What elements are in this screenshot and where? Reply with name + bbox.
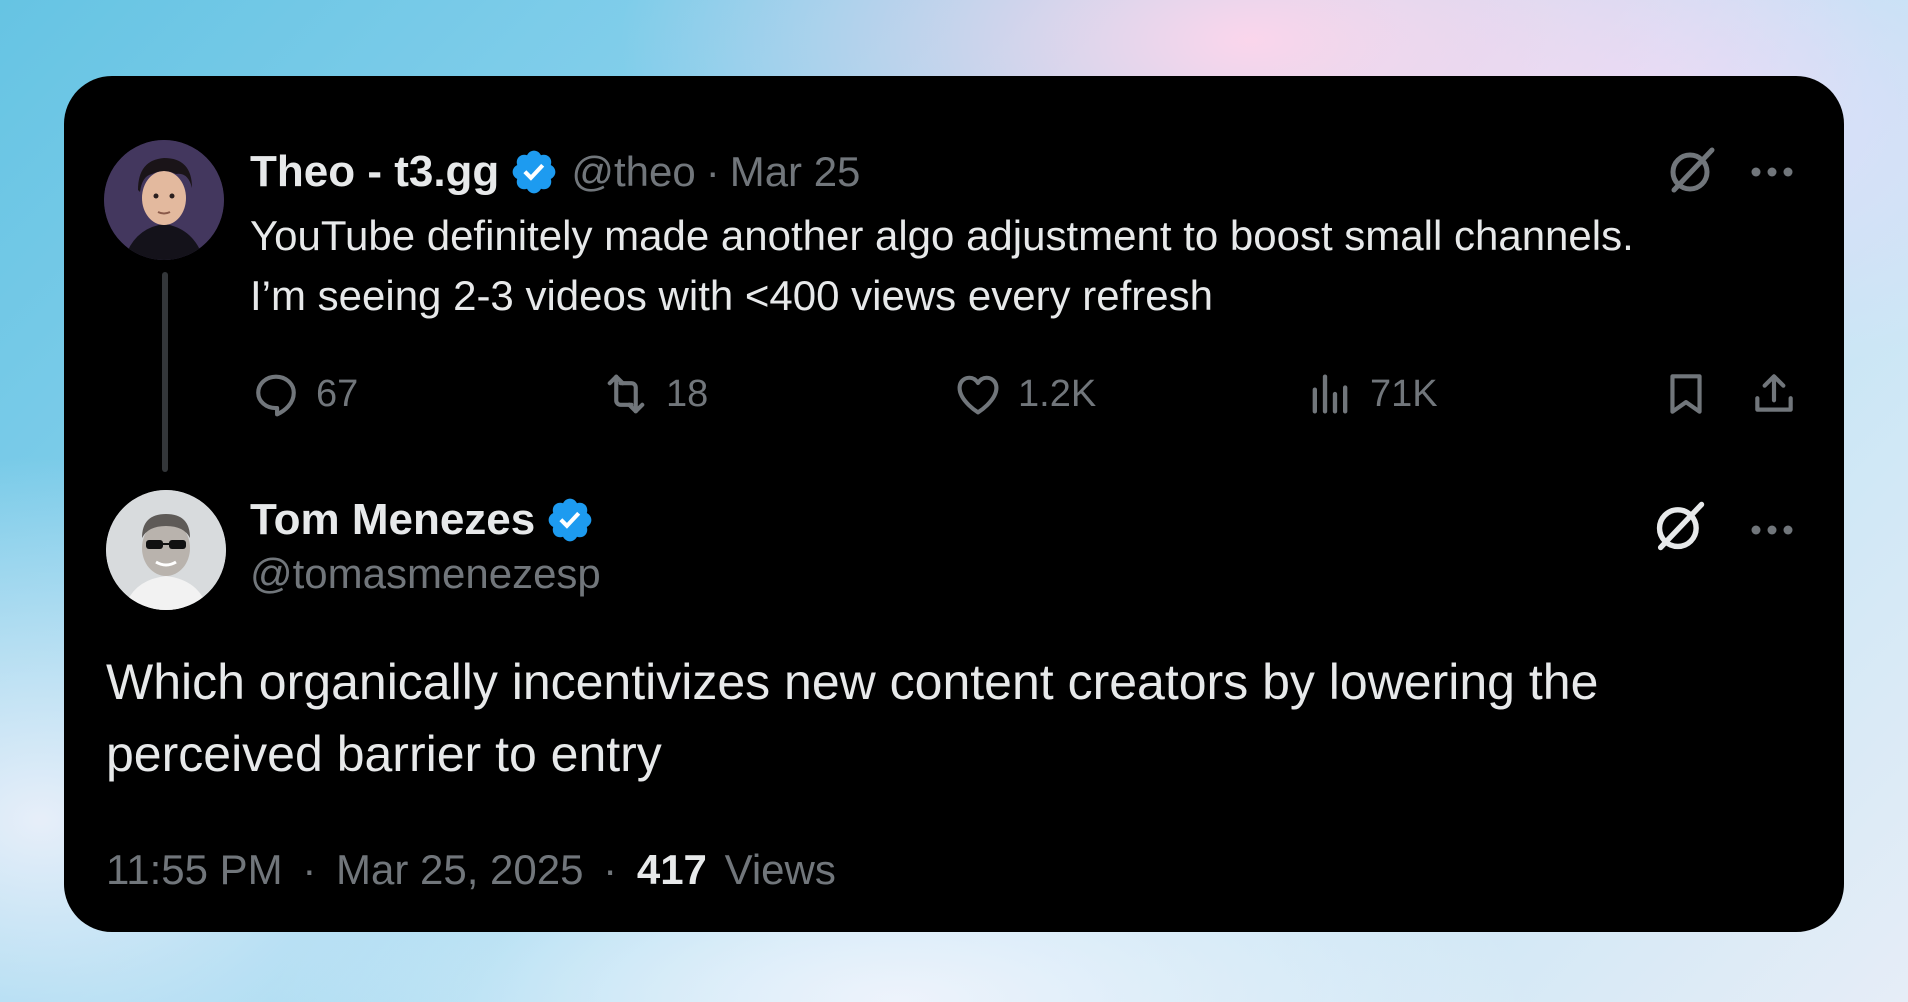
grok-icon[interactable]	[1650, 496, 1710, 556]
author-name[interactable]: Theo - t3.gg	[250, 147, 499, 197]
tom-avatar[interactable]	[106, 490, 226, 610]
repost-button[interactable]: 18	[600, 366, 708, 422]
verified-badge-icon	[548, 498, 592, 542]
separator-dot: ·	[302, 846, 317, 893]
share-button[interactable]	[1746, 364, 1802, 424]
separator-dot: ·	[603, 846, 618, 893]
reply-tweet-header: Tom Menezes	[250, 490, 595, 550]
grok-icon[interactable]	[1664, 142, 1720, 198]
reply-count: 67	[316, 372, 359, 415]
reply-tweet-text: Which organically incentivizes new conte…	[106, 654, 1599, 782]
bookmark-button[interactable]	[1658, 364, 1714, 424]
view-count: 71K	[1370, 372, 1438, 415]
original-tweet-text: YouTube definitely made another algo adj…	[250, 206, 1820, 326]
reply-author-name[interactable]: Tom Menezes	[250, 495, 535, 545]
reply-author-handle[interactable]: @tomasmenezesp	[250, 550, 601, 598]
analytics-icon	[1312, 374, 1348, 414]
thread-connector-line	[162, 272, 168, 472]
tweet-text-line: I’m seeing 2-3 videos with <400 views ev…	[250, 272, 1213, 319]
reply-button[interactable]: 67	[250, 366, 358, 422]
tweet-card: Theo - t3.gg @theo · Mar 25 YouTube defi…	[64, 76, 1844, 932]
repost-count: 18	[666, 372, 709, 415]
repost-icon	[607, 374, 645, 414]
like-count: 1.2K	[1018, 372, 1097, 415]
views-label: Views	[724, 846, 836, 893]
separator-dot: ·	[705, 148, 720, 195]
tweet-time[interactable]: 11:55 PM	[106, 846, 283, 893]
author-handle[interactable]: @theo	[571, 148, 695, 196]
tweet-full-date[interactable]: Mar 25, 2025	[336, 846, 584, 893]
tweet-text-line: YouTube definitely made another algo adj…	[250, 212, 1634, 259]
reply-tweet-meta: 11:55 PM · Mar 25, 2025 · 417 Views	[106, 846, 836, 894]
verified-badge-icon	[512, 150, 556, 194]
share-icon	[1755, 374, 1793, 412]
bookmark-icon	[1670, 374, 1702, 414]
heart-icon	[957, 375, 999, 415]
theo-avatar[interactable]	[104, 140, 224, 260]
views-count: 417	[636, 846, 707, 893]
more-icon[interactable]	[1744, 152, 1800, 192]
analytics-button[interactable]: 71K	[1304, 366, 1438, 422]
original-tweet-header: Theo - t3.gg @theo · Mar 25	[250, 142, 860, 202]
like-button[interactable]: 1.2K	[952, 366, 1096, 422]
more-icon[interactable]	[1744, 510, 1800, 550]
tweet-date[interactable]: Mar 25	[730, 148, 861, 196]
reply-icon	[256, 374, 296, 417]
